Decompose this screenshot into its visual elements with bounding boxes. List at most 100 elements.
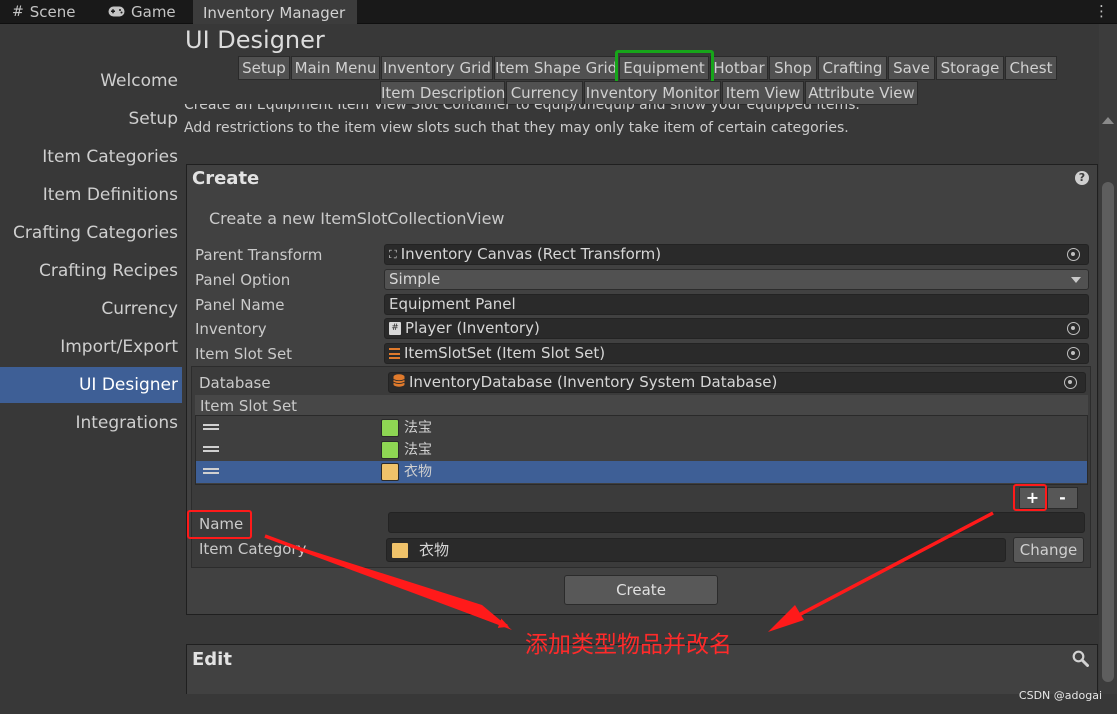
sidebar-item-setup[interactable]: Setup (0, 101, 182, 137)
database-value: InventoryDatabase (Inventory System Data… (409, 373, 778, 391)
sidebar: Welcome Setup Item Categories Item Defin… (0, 24, 182, 714)
panel-name-value: Equipment Panel (389, 295, 516, 313)
scroll-up-arrow-icon[interactable] (1102, 117, 1114, 124)
nav-main-menu-button[interactable]: Main Menu (291, 56, 380, 80)
panel-name-input[interactable]: Equipment Panel (384, 294, 1089, 315)
list-item[interactable]: 法宝 (196, 417, 1087, 439)
tab-inventory-manager-label: Inventory Manager (203, 4, 346, 22)
database-label: Database (199, 374, 271, 392)
sidebar-item-integrations[interactable]: Integrations (0, 405, 182, 441)
nav-item-description-button[interactable]: Item Description (380, 81, 505, 105)
chevron-down-icon (1071, 277, 1081, 283)
drag-handle-icon[interactable] (203, 468, 219, 474)
create-button[interactable]: Create (564, 575, 718, 605)
list-item-label: 法宝 (404, 420, 432, 436)
nav-currency-button[interactable]: Currency (506, 81, 583, 105)
sidebar-item-import-export[interactable]: Import/Export (0, 329, 182, 365)
item-category-field: 衣物 (386, 538, 1006, 562)
list-icon (389, 348, 400, 359)
item-category-value: 衣物 (419, 540, 450, 559)
kebab-menu-icon[interactable]: ⋮ (1094, 2, 1109, 20)
nav-crafting-button[interactable]: Crafting (818, 56, 887, 80)
database-icon (393, 373, 405, 392)
item-slot-list-header-label: Item Slot Set (200, 397, 298, 415)
bottom-strip (0, 694, 1117, 714)
change-category-button[interactable]: Change (1013, 537, 1084, 563)
remove-slot-button[interactable]: - (1047, 487, 1078, 509)
sidebar-item-item-categories[interactable]: Item Categories (0, 139, 182, 175)
annotation-text: 添加类型物品并改名 (525, 632, 732, 658)
nav-attribute-view-button[interactable]: Attribute View (805, 81, 918, 105)
equipment-highlight-box (615, 50, 714, 84)
sidebar-item-crafting-recipes[interactable]: Crafting Recipes (0, 253, 182, 289)
description-line-2: Add restrictions to the item view slots … (184, 120, 849, 136)
panel-name-label: Panel Name (195, 296, 285, 314)
nav-inventory-grid-button[interactable]: Inventory Grid (381, 56, 493, 80)
nav-item-view-button[interactable]: Item View (722, 81, 804, 105)
category-color-swatch (381, 463, 399, 481)
create-panel-heading: Create (192, 168, 260, 189)
category-color-swatch (391, 541, 409, 559)
inventory-field[interactable]: # Player (Inventory) (384, 318, 1089, 339)
item-slot-set-value: ItemSlotSet (Item Slot Set) (404, 344, 606, 362)
sidebar-item-crafting-categories[interactable]: Crafting Categories (0, 215, 182, 251)
category-color-swatch (381, 441, 399, 459)
hash-icon: # (12, 4, 24, 20)
scrollbar-thumb[interactable] (1102, 182, 1114, 682)
tab-inventory-manager[interactable]: Inventory Manager (193, 0, 357, 24)
list-item-label: 衣物 (404, 464, 432, 480)
sidebar-item-welcome[interactable]: Welcome (0, 63, 182, 99)
list-item-label: 法宝 (404, 442, 432, 458)
description-line-1: Create an Equipment Item View Slot Conta… (184, 104, 860, 113)
object-picker-icon[interactable] (1067, 347, 1080, 360)
create-subtitle: Create a new ItemSlotCollectionView (209, 209, 505, 228)
rect-transform-icon: ⛶ (389, 248, 397, 261)
item-slot-set-field[interactable]: ItemSlotSet (Item Slot Set) (384, 343, 1089, 364)
nav-shop-button[interactable]: Shop (769, 56, 817, 80)
nav-item-shape-grid-button[interactable]: Item Shape Grid (494, 56, 618, 80)
category-color-swatch (381, 419, 399, 437)
sidebar-item-currency[interactable]: Currency (0, 291, 182, 327)
name-input[interactable] (388, 512, 1085, 533)
object-picker-icon[interactable] (1067, 322, 1080, 335)
database-field[interactable]: InventoryDatabase (Inventory System Data… (388, 372, 1086, 393)
nav-setup-button[interactable]: Setup (238, 56, 290, 80)
tab-game[interactable]: Game (108, 0, 176, 24)
page-title: UI Designer (185, 26, 325, 54)
item-slot-set-label: Item Slot Set (195, 345, 293, 363)
item-slot-list-header (195, 395, 1088, 416)
inventory-value: Player (Inventory) (405, 319, 540, 337)
nav-inventory-monitor-button[interactable]: Inventory Monitor (584, 81, 721, 105)
tab-scene-label: Scene (29, 3, 76, 21)
nav-storage-button[interactable]: Storage (936, 56, 1004, 80)
list-item-selected[interactable]: 衣物 (196, 461, 1087, 483)
parent-transform-label: Parent Transform (195, 246, 323, 264)
panel-option-value: Simple (389, 270, 441, 288)
panel-option-dropdown[interactable]: Simple (384, 269, 1089, 290)
drag-handle-icon[interactable] (203, 446, 219, 452)
parent-transform-value: Inventory Canvas (Rect Transform) (400, 245, 662, 263)
drag-handle-icon[interactable] (203, 424, 219, 430)
gamepad-icon (108, 0, 125, 24)
help-icon[interactable]: ? (1075, 171, 1089, 185)
object-picker-icon[interactable] (1067, 248, 1080, 261)
search-icon[interactable] (1072, 650, 1089, 671)
object-picker-icon[interactable] (1064, 376, 1077, 389)
watermark: CSDN @adogai (1018, 689, 1102, 702)
nav-chest-button[interactable]: Chest (1005, 56, 1057, 80)
sidebar-item-ui-designer[interactable]: UI Designer (0, 367, 182, 403)
parent-transform-field[interactable]: ⛶ Inventory Canvas (Rect Transform) (384, 244, 1089, 265)
tab-game-label: Game (131, 3, 176, 21)
add-button-highlight-box (1013, 484, 1047, 511)
script-icon: # (389, 322, 401, 335)
nav-hotbar-button[interactable]: Hotbar (710, 56, 768, 80)
item-category-label: Item Category (199, 540, 307, 558)
nav-save-button[interactable]: Save (888, 56, 935, 80)
tab-scene[interactable]: # Scene (12, 0, 75, 24)
list-item[interactable]: 法宝 (196, 439, 1087, 461)
panel-option-label: Panel Option (195, 271, 291, 289)
edit-panel-heading: Edit (192, 649, 232, 670)
sidebar-item-item-definitions[interactable]: Item Definitions (0, 177, 182, 213)
name-label-highlight-box (187, 510, 252, 539)
inventory-label: Inventory (195, 320, 267, 338)
